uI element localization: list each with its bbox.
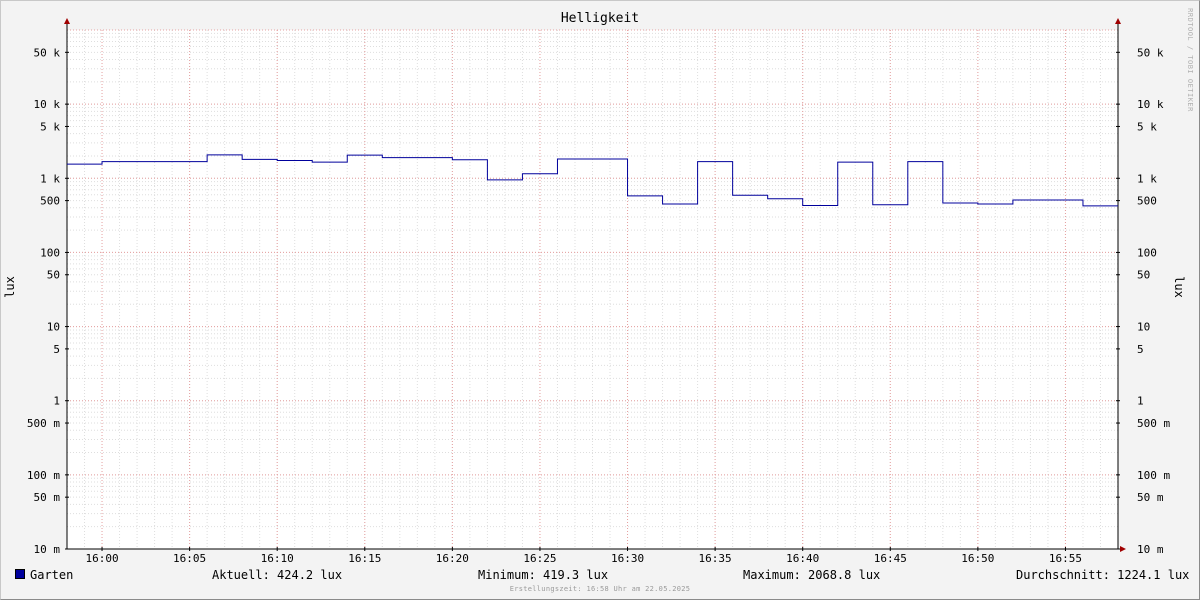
y-tick-label-left: 10 m: [34, 543, 61, 556]
y-tick-label-left: 10: [47, 321, 60, 334]
y-tick-label-right: 500 m: [1137, 417, 1170, 430]
y-tick-label-right: 1: [1137, 395, 1144, 408]
legend-swatch-garten: [15, 569, 25, 579]
creation-time-footer: Erstellungszeit: 16:58 Uhr am 22.05.2025: [509, 585, 691, 593]
y-tick-label-right: 500: [1137, 195, 1157, 208]
x-tick-label: 16:25: [523, 552, 556, 565]
y-tick-label-right: 5 k: [1137, 120, 1157, 133]
y-tick-label-right: 50 k: [1137, 46, 1164, 59]
legend-minimum: Minimum: 419.3 lux: [478, 568, 609, 582]
legend-current: Aktuell: 424.2 lux: [212, 568, 343, 582]
y-tick-label-left: 50: [47, 269, 60, 282]
y-tick-label-left: 5: [53, 343, 60, 356]
y-tick-label-left: 500: [40, 195, 60, 208]
y-tick-label-right: 50 m: [1137, 491, 1164, 504]
y-tick-label-right: 10: [1137, 321, 1150, 334]
y-tick-label-right: 100: [1137, 246, 1157, 259]
legend-maximum: Maximum: 2068.8 lux: [743, 568, 881, 582]
y-tick-label-right: 10 m: [1137, 543, 1164, 556]
y-tick-label-left: 1 k: [40, 172, 60, 185]
y-axis-arrow-right: [1115, 18, 1121, 24]
x-tick-label: 16:40: [786, 552, 819, 565]
legend-series-name: Garten: [30, 568, 74, 582]
x-tick-label: 16:30: [611, 552, 644, 565]
y-axis-arrow-left: [64, 18, 70, 24]
y-tick-label-left: 500 m: [27, 417, 60, 430]
plot-area: 50 k 50 k 10 k 10 k 5 k 5 k 1 k 1 k 500 500 100 100…: [27, 18, 1170, 565]
y-tick-label-right: 100 m: [1137, 469, 1170, 482]
x-tick-label: 16:05: [173, 552, 206, 565]
y-tick-label-left: 10 k: [34, 98, 61, 111]
y-tick-label-left: 50 m: [34, 491, 61, 504]
x-tick-label: 16:10: [261, 552, 294, 565]
y-tick-label-left: 5 k: [40, 120, 60, 133]
y-tick-label-right: 1 k: [1137, 172, 1157, 185]
legend-average: Durchschnitt: 1224.1 lux: [1016, 568, 1190, 582]
x-tick-label: 16:15: [348, 552, 381, 565]
y-tick-label-left: 100: [40, 246, 60, 259]
x-tick-label: 16:00: [85, 552, 118, 565]
y-tick-label-right: 5: [1137, 343, 1144, 356]
x-tick-label: 16:50: [961, 552, 994, 565]
x-tick-label: 16:45: [874, 552, 907, 565]
legend: Garten Aktuell: 424.2 lux Minimum: 419.3…: [0, 568, 1200, 584]
y-tick-label-right: 50: [1137, 269, 1150, 282]
y-tick-label-left: 100 m: [27, 469, 60, 482]
x-tick-label: 16:35: [699, 552, 732, 565]
x-tick-label: 16:20: [436, 552, 469, 565]
y-tick-label-left: 1: [53, 395, 60, 408]
y-tick-label-right: 10 k: [1137, 98, 1164, 111]
x-axis-arrow: [1120, 546, 1126, 552]
y-tick-label-left: 50 k: [34, 46, 61, 59]
x-tick-label: 16:55: [1049, 552, 1082, 565]
